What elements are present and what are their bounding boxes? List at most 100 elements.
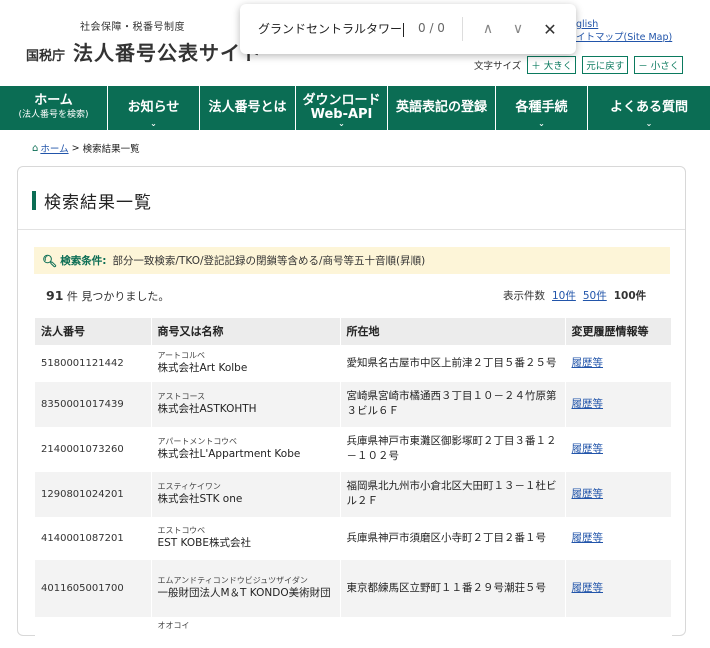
company-name-cell: アストコース 株式会社ASTKOHTH (151, 381, 341, 428)
font-size-label: 文字サイズ (474, 61, 522, 72)
history-link[interactable]: 履歴等 (572, 532, 604, 544)
result-count: 91 件 見つかりました。 (46, 288, 169, 304)
history-link[interactable]: 履歴等 (572, 398, 604, 410)
table-header-row: 法人番号 商号又は名称 所在地 変更履歴情報等 (35, 318, 672, 346)
history-cell: 履歴等 (565, 471, 672, 518)
breadcrumb-current: 検索結果一覧 (82, 144, 140, 155)
address: 兵庫県神戸市東灘区御影塚町２丁目３番１２－１０２号 (340, 427, 566, 472)
address: 愛知県名古屋市中区上前津２丁目５番２５号 (340, 345, 566, 382)
chevron-down-icon: ⌄ (338, 119, 345, 128)
nav-label-download: ダウンロード Web-API (302, 93, 381, 122)
nav-label-procedures: 各種手続 (515, 100, 568, 115)
corporate-number: 4140001087201 (35, 517, 152, 560)
results-card: 検索結果一覧 🔍︎ 検索条件: 部分一致検索/TKO/登記記録の閉鎖等含める/商… (17, 166, 686, 648)
company-kana: アストコース (157, 391, 206, 401)
result-count-number: 91 (46, 288, 64, 303)
column-header: 法人番号 (35, 318, 152, 346)
company-name: 一般財団法人M＆T KONDO美術財団 (157, 586, 331, 599)
nav-item-faq[interactable]: よくある質問 ⌄ (588, 86, 710, 130)
company-name: EST KOBE株式会社 (157, 536, 251, 549)
font-larger-button[interactable]: ＋ 大きく (527, 56, 577, 74)
close-icon[interactable]: ✕ (538, 17, 562, 41)
corporate-number: 1290801024201 (35, 471, 152, 518)
per-page-50-link[interactable]: 50件 (583, 288, 607, 303)
conditions-value: 部分一致検索/TKO/登記記録の閉鎖等含める/商号等五十音順(昇順) (112, 255, 426, 267)
english-link[interactable]: glish (576, 18, 672, 31)
corporate-number: 8350001017439 (35, 381, 152, 428)
corporate-number (35, 617, 152, 648)
company-name-cell: オオコイ (151, 617, 341, 648)
page-title-text: 検索結果一覧 (44, 193, 152, 213)
company-name-cell: アートコルベ 株式会社Art Kolbe (151, 345, 341, 382)
chevron-down-icon: ⌄ (645, 119, 653, 128)
history-link[interactable]: 履歴等 (572, 443, 604, 455)
find-next-icon[interactable]: ∨ (506, 17, 530, 41)
nav-label-faq: よくある質問 (609, 100, 688, 115)
company-name-cell: エストコウベ EST KOBE株式会社 (151, 517, 341, 560)
title-accent-bar (32, 191, 36, 210)
company-name: 株式会社L'Appartment Kobe (157, 447, 301, 460)
nav-item-about[interactable]: 法人番号とは (200, 86, 296, 130)
font-smaller-button[interactable]: － 小さく (634, 56, 684, 74)
breadcrumb-separator: > (71, 142, 83, 154)
company-kana: アパートメントコウベ (157, 436, 238, 446)
sitemap-link[interactable]: イトマップ(Site Map) (576, 31, 672, 44)
font-reset-button[interactable]: 元に戻す (582, 56, 629, 74)
chevron-down-icon: ⌄ (150, 119, 157, 128)
find-in-page-bar: グランドセントラルタワー 0 / 0 ∧ ∨ ✕ (240, 4, 576, 54)
history-link[interactable]: 履歴等 (572, 488, 604, 500)
logo-agency: 国税庁 (26, 49, 66, 64)
history-link[interactable]: 履歴等 (572, 357, 604, 369)
per-page-10-link[interactable]: 10件 (552, 288, 576, 303)
nav-label-about: 法人番号とは (208, 100, 287, 115)
company-kana: アートコルベ (157, 350, 206, 360)
main-nav: ホーム (法人番号を検索) お知らせ ⌄ 法人番号とは ダウンロード Web-A… (0, 86, 710, 130)
nav-label-news: お知らせ (127, 100, 180, 115)
company-name-cell: アパートメントコウベ 株式会社L'Appartment Kobe (151, 427, 341, 472)
page-title: 検索結果一覧 (32, 188, 152, 213)
per-page-selector: 表示件数 10件 50件 100件 (503, 288, 646, 303)
per-page-label: 表示件数 (503, 290, 545, 302)
nav-item-procedures[interactable]: 各種手続 ⌄ (496, 86, 588, 130)
table-row: 4140001087201 エストコウベ EST KOBE株式会社 兵庫県神戸市須… (35, 517, 672, 560)
nav-item-home[interactable]: ホーム (法人番号を検索) (0, 86, 108, 130)
column-header: 変更履歴情報等 (565, 318, 672, 346)
history-cell: 履歴等 (565, 345, 672, 382)
table-row: 2140001073260 アパートメントコウベ 株式会社L'Appartment… (35, 427, 672, 472)
column-header: 所在地 (340, 318, 566, 346)
logo-title: 法人番号公表サイト (73, 41, 263, 65)
search-icon: 🔍︎ (42, 253, 58, 268)
table-row: 8350001017439 アストコース 株式会社ASTKOHTH 宮崎県宮崎市橘… (35, 381, 672, 428)
company-name: 株式会社Art Kolbe (157, 361, 248, 374)
company-kana: エストコウベ (157, 525, 206, 535)
nav-item-news[interactable]: お知らせ ⌄ (108, 86, 200, 130)
breadcrumb-home-link[interactable]: ホーム (40, 141, 68, 155)
address: 福岡県北九州市小倉北区大田町１３－１杜ビル２Ｆ (340, 471, 566, 518)
top-links: glish イトマップ(Site Map) (576, 18, 672, 44)
home-icon: ⌂ (32, 142, 39, 154)
company-name-cell: エムアンドティコンドウビジュツザイダン 一般財団法人M＆T KONDO美術財団 (151, 559, 341, 618)
address: 兵庫県神戸市須磨区小寺町２丁目２番１号 (340, 517, 566, 560)
corporate-number: 5180001121442 (35, 345, 152, 382)
table-row: 5180001121442 アートコルベ 株式会社Art Kolbe 愛知県名古屋… (35, 345, 672, 382)
history-link[interactable]: 履歴等 (572, 582, 604, 594)
divider (18, 229, 685, 230)
table-row: 4011605001700 エムアンドティコンドウビジュツザイダン 一般財団法人M… (35, 559, 672, 618)
company-name: 株式会社ASTKOHTH (157, 402, 257, 415)
address: 東京都練馬区立野町１１番２９号潮荘５号 (340, 559, 566, 618)
address (340, 617, 566, 648)
nav-item-download[interactable]: ダウンロード Web-API ⌄ (296, 86, 388, 130)
nav-label-english: 英語表記の登録 (395, 100, 487, 115)
table-row: 1290801024201 エスティケイワン 株式会社STK one 福岡県北九州… (35, 471, 672, 518)
nav-item-english[interactable]: 英語表記の登録 (388, 86, 496, 130)
find-input[interactable]: グランドセントラルタワー (258, 20, 404, 37)
history-cell: 履歴等 (565, 427, 672, 472)
chevron-down-icon: ⌄ (538, 119, 545, 128)
company-name: 株式会社STK one (157, 492, 243, 505)
corporate-number: 2140001073260 (35, 427, 152, 472)
find-previous-icon[interactable]: ∧ (476, 17, 500, 41)
conditions-label: 検索条件: (60, 255, 107, 267)
site-logo[interactable]: 社会保障・税番号制度 国税庁 法人番号公表サイト (26, 18, 262, 66)
history-cell: 履歴等 (565, 381, 672, 428)
nav-label-home: ホーム (34, 93, 73, 108)
